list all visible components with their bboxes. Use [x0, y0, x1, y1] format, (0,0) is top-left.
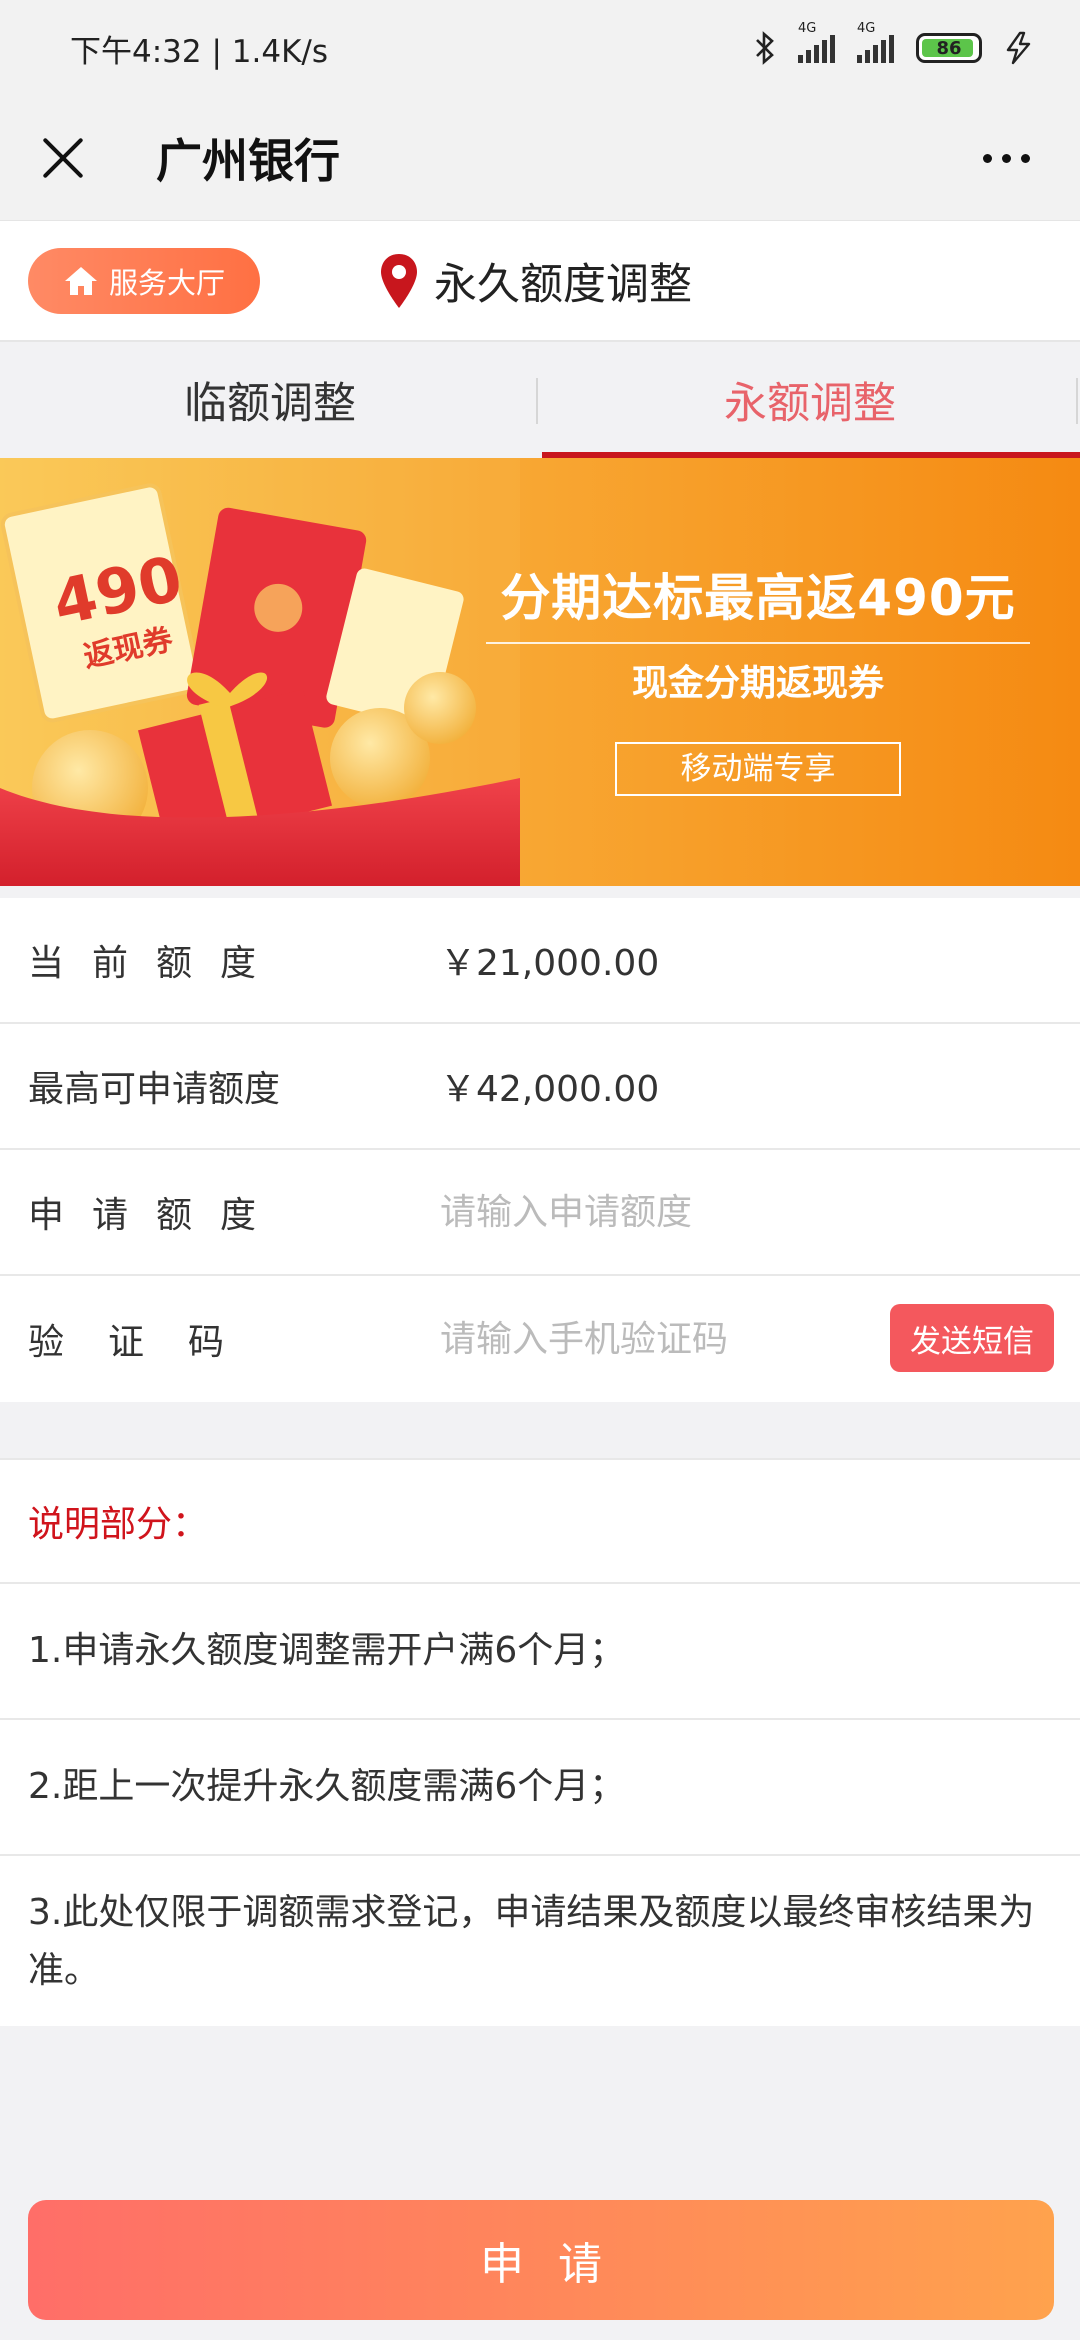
page-heading: 永久额度调整	[378, 250, 692, 312]
app-title: 广州银行	[156, 134, 340, 188]
tab-bar: 临额调整 永额调整	[0, 340, 1080, 458]
apply-amount-input[interactable]	[440, 1191, 880, 1233]
battery-icon: 86	[916, 33, 982, 63]
red-envelope-gift-illustration: 490 返现券	[0, 458, 520, 886]
banner-text: 分期达标最高返490元 现金分期返现券 移动端专享	[486, 558, 1030, 796]
limit-form: 当前额度 ￥21,000.00 最高可申请额度 ￥42,000.00 申请额度 …	[0, 898, 1080, 1402]
tab-permanent-limit[interactable]: 永额调整	[540, 342, 1080, 458]
service-hall-button[interactable]: 服务大厅	[28, 247, 260, 314]
promo-banner[interactable]: 490 返现券 分期达标最高返490元 现金分期返现券 移动端专享	[0, 458, 1080, 886]
banner-subline: 现金分期返现券	[631, 663, 884, 704]
note-item: 2.距上一次提升永久额度需满6个月；	[0, 1720, 1080, 1856]
banner-tag: 移动端专享	[615, 742, 901, 796]
home-icon	[63, 265, 99, 297]
current-limit-row: 当前额度 ￥21,000.00	[0, 898, 1080, 1024]
banner-divider	[486, 642, 1030, 644]
status-bar: 下午4:32 | 1.4K/s 4G 4G 86	[0, 0, 1080, 96]
verification-code-input[interactable]	[440, 1318, 880, 1360]
max-limit-value: ￥42,000.00	[440, 1069, 660, 1110]
close-icon[interactable]	[36, 133, 86, 183]
max-limit-label: 最高可申请额度	[28, 1069, 281, 1110]
signal-icon-2: 4G	[857, 21, 894, 63]
status-time: 下午4:32 | 1.4K/s	[70, 33, 328, 70]
verification-code-label: 验证码	[28, 1322, 269, 1363]
note-item: 3.此处仅限于调额需求登记，申请结果及额度以最终审核结果为准。	[28, 1892, 1035, 1991]
location-pin-icon	[378, 252, 420, 310]
title-bar: 广州银行	[0, 96, 1080, 220]
charging-icon	[1006, 31, 1031, 65]
apply-amount-row: 申请额度	[0, 1150, 1080, 1276]
apply-amount-label: 申请额度	[28, 1195, 285, 1236]
note-item: 1.申请永久额度调整需开户满6个月；	[0, 1584, 1080, 1720]
send-sms-button[interactable]: 发送短信	[890, 1304, 1054, 1372]
subheader: 服务大厅 永久额度调整	[0, 220, 1080, 340]
verification-code-row: 验证码 发送短信	[0, 1276, 1080, 1402]
tab-temporary-limit[interactable]: 临额调整	[0, 342, 540, 458]
notes-section: 说明部分： 1.申请永久额度调整需开户满6个月； 2.距上一次提升永久额度需满6…	[0, 1458, 1080, 2026]
bluetooth-icon	[756, 31, 774, 65]
current-limit-label: 当前额度	[28, 943, 285, 984]
service-hall-label: 服务大厅	[108, 265, 225, 300]
status-icons: 4G 4G 86	[754, 21, 1034, 65]
max-limit-row: 最高可申请额度 ￥42,000.00	[0, 1024, 1080, 1150]
tab-divider	[536, 378, 538, 424]
banner-headline: 分期达标最高返490元	[500, 569, 1016, 627]
notes-title: 说明部分：	[0, 1460, 1080, 1584]
submit-button[interactable]: 申请	[28, 2200, 1054, 2320]
signal-icon-1: 4G	[798, 21, 835, 63]
page-title: 永久额度调整	[434, 259, 692, 310]
current-limit-value: ￥21,000.00	[440, 943, 660, 984]
more-options-icon[interactable]	[983, 153, 1044, 163]
tab-divider	[1076, 378, 1078, 424]
